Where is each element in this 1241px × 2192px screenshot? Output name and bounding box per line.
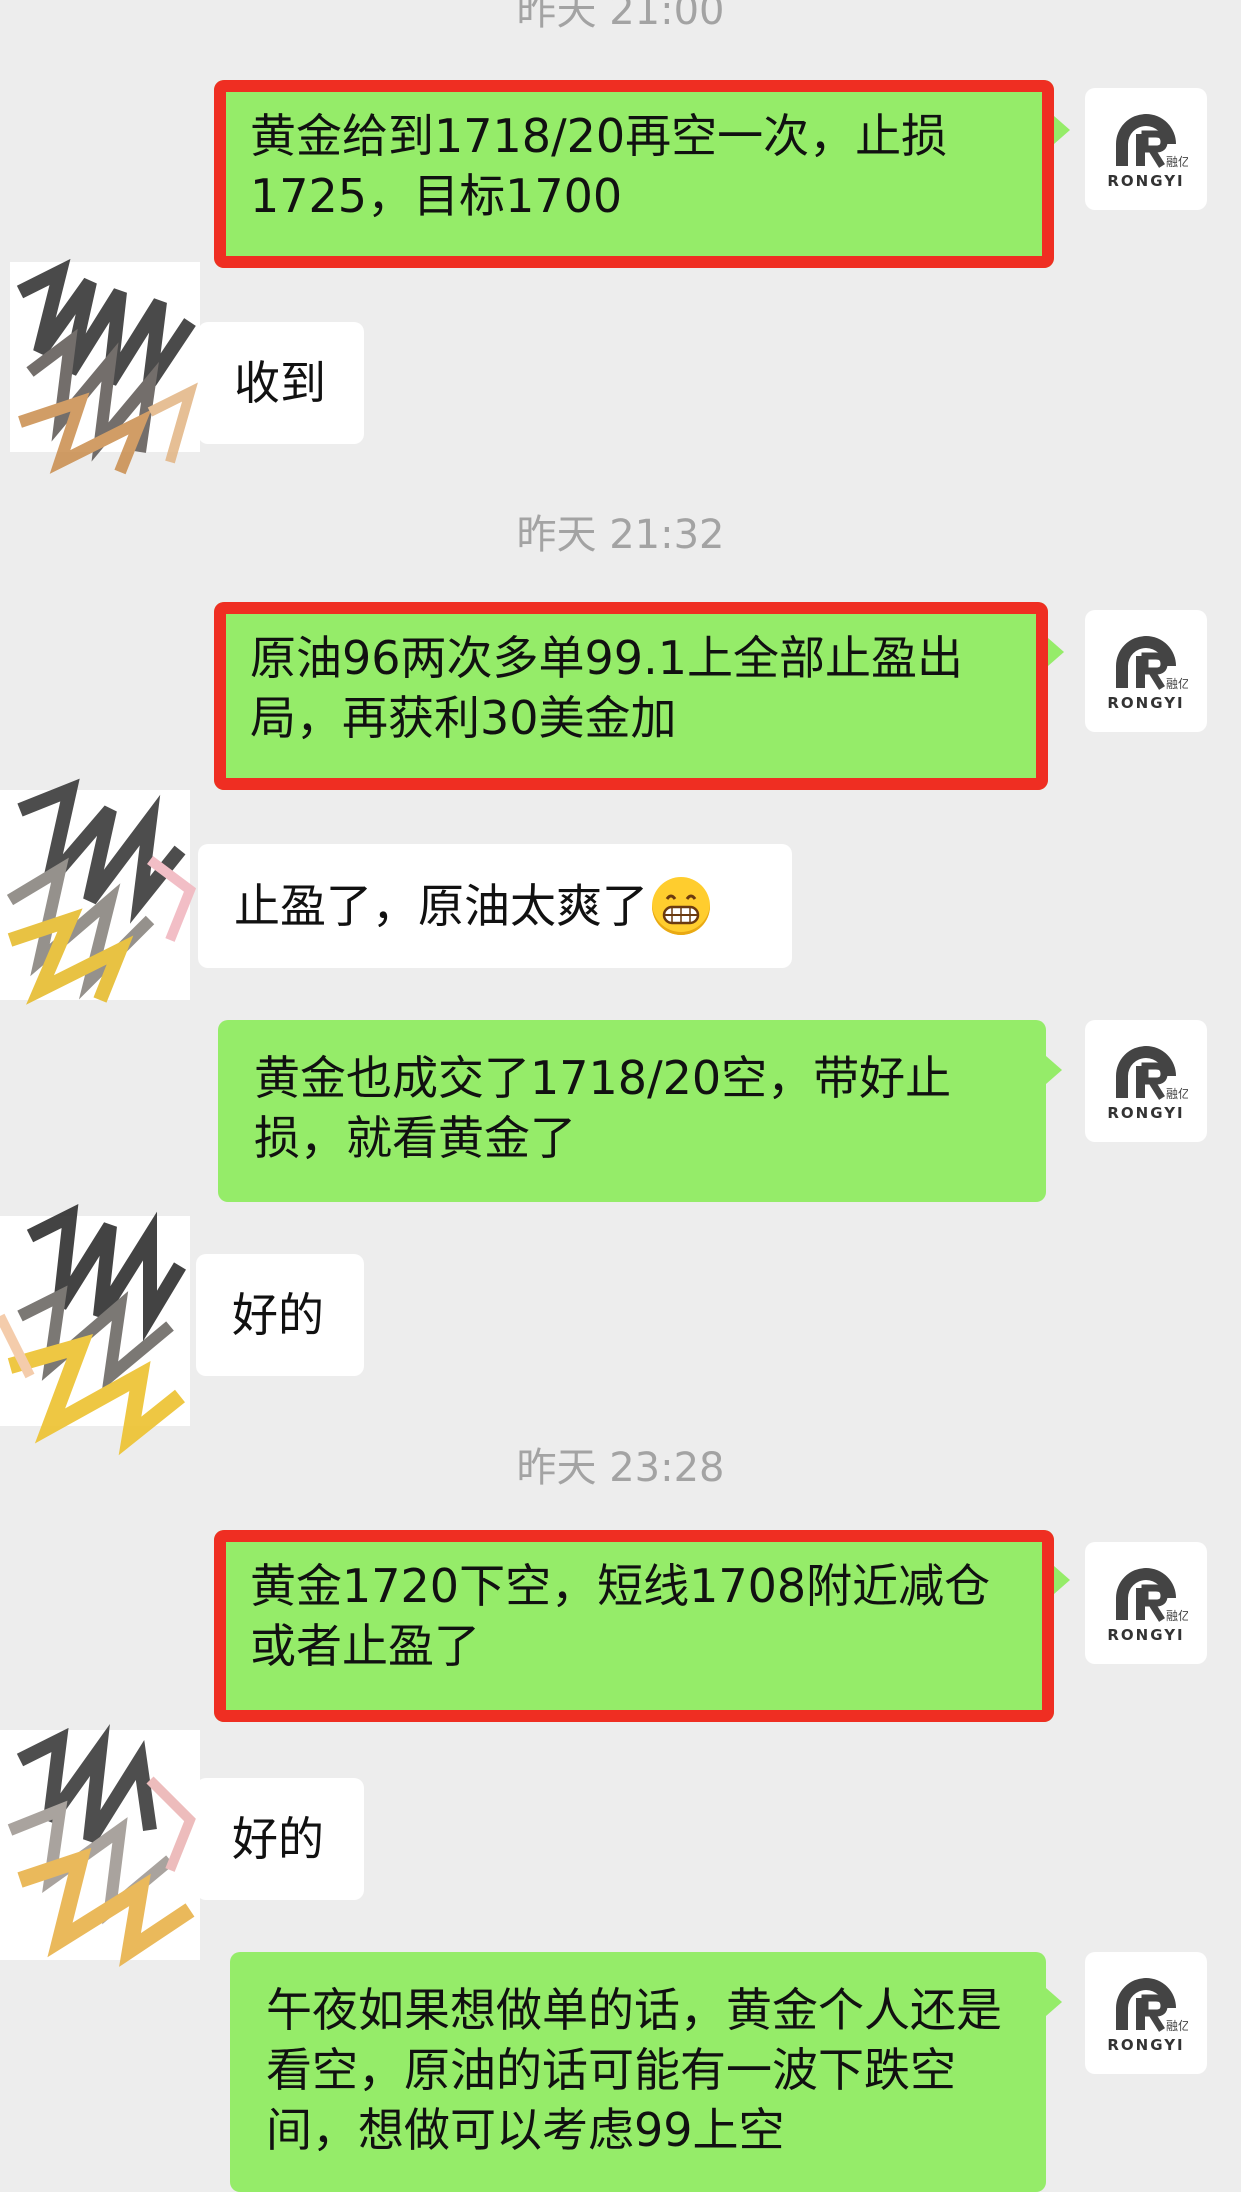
brand-text: RONGYI <box>1107 694 1185 712</box>
avatar[interactable] <box>0 232 200 475</box>
avatar[interactable]: 融亿 RONGYI <box>1085 88 1207 210</box>
avatar[interactable]: 融亿 RONGYI <box>1085 1952 1207 2074</box>
message-bubble[interactable]: 收到 <box>198 322 364 444</box>
message-text: 好的 <box>232 1812 324 1866</box>
crayon-avatar-icon <box>10 258 200 475</box>
message-bubble[interactable]: 好的 <box>196 1778 364 1900</box>
message-text: 午夜如果想做单的话，黄金个人还是看空，原油的话可能有一波下跌空间，想做可以考虑9… <box>266 1983 1002 2157</box>
rongyi-logo-icon: 融亿 <box>1116 1046 1188 1101</box>
message-text: 收到 <box>234 356 326 410</box>
message-bubble[interactable]: 黄金1720下空，短线1708附近减仓或者止盈了 <box>214 1530 1070 1722</box>
message-bubble[interactable]: 好的 <box>196 1254 364 1376</box>
avatar[interactable]: 融亿 RONGYI <box>1085 1020 1207 1142</box>
rongyi-logo-icon: 融亿 <box>1116 1978 1188 2033</box>
avatar[interactable] <box>0 1196 190 1456</box>
message-bubble[interactable]: 原油96两次多单99.1上全部止盈出局，再获利30美金加 <box>214 602 1064 790</box>
svg-text:融亿: 融亿 <box>1166 2018 1188 2033</box>
message-text: 原油96两次多单99.1上全部止盈出局，再获利30美金加 <box>250 631 963 745</box>
avatar[interactable]: 融亿 RONGYI <box>1085 1542 1207 1664</box>
brand-text: RONGYI <box>1107 1626 1185 1644</box>
brand-text: RONGYI <box>1107 1104 1185 1122</box>
message-text: 黄金也成交了1718/20空，带好止损，就看黄金了 <box>254 1051 952 1165</box>
svg-text:融亿: 融亿 <box>1166 1608 1188 1623</box>
message-text: 黄金给到1718/20再空一次，止损1725，目标1700 <box>250 109 948 223</box>
rongyi-logo-icon: 融亿 <box>1116 1568 1188 1623</box>
crayon-avatar-icon <box>0 778 197 1005</box>
svg-text:融亿: 融亿 <box>1166 154 1188 169</box>
timestamp: 昨天 21:00 <box>516 0 725 34</box>
message-text: 止盈了，原油太爽了 <box>234 879 648 933</box>
message-bubble[interactable]: 黄金给到1718/20再空一次，止损1725，目标1700 <box>214 80 1070 268</box>
brand-text: RONGYI <box>1107 2036 1185 2054</box>
message-text: 好的 <box>232 1288 324 1342</box>
crayon-avatar-icon <box>0 1203 190 1456</box>
timestamp: 昨天 21:32 <box>516 512 725 558</box>
message-bubble[interactable]: 止盈了，原油太爽了 <box>198 844 792 968</box>
avatar[interactable] <box>0 770 197 1005</box>
grinning-face-icon <box>652 877 710 935</box>
avatar[interactable] <box>0 1720 200 1967</box>
message-bubble[interactable]: 黄金也成交了1718/20空，带好止损，就看黄金了 <box>218 1020 1062 1202</box>
timestamp: 昨天 23:28 <box>516 1445 725 1491</box>
brand-text: RONGYI <box>1107 172 1185 190</box>
avatar[interactable]: 融亿 RONGYI <box>1085 610 1207 732</box>
crayon-avatar-icon <box>0 1724 200 1967</box>
rongyi-logo-icon: 融亿 <box>1116 114 1188 169</box>
message-bubble[interactable]: 午夜如果想做单的话，黄金个人还是看空，原油的话可能有一波下跌空间，想做可以考虑9… <box>230 1952 1062 2192</box>
svg-text:融亿: 融亿 <box>1166 676 1188 691</box>
svg-text:融亿: 融亿 <box>1166 1086 1188 1101</box>
message-text: 黄金1720下空，短线1708附近减仓或者止盈了 <box>250 1559 991 1673</box>
rongyi-logo-icon: 融亿 <box>1116 636 1188 691</box>
